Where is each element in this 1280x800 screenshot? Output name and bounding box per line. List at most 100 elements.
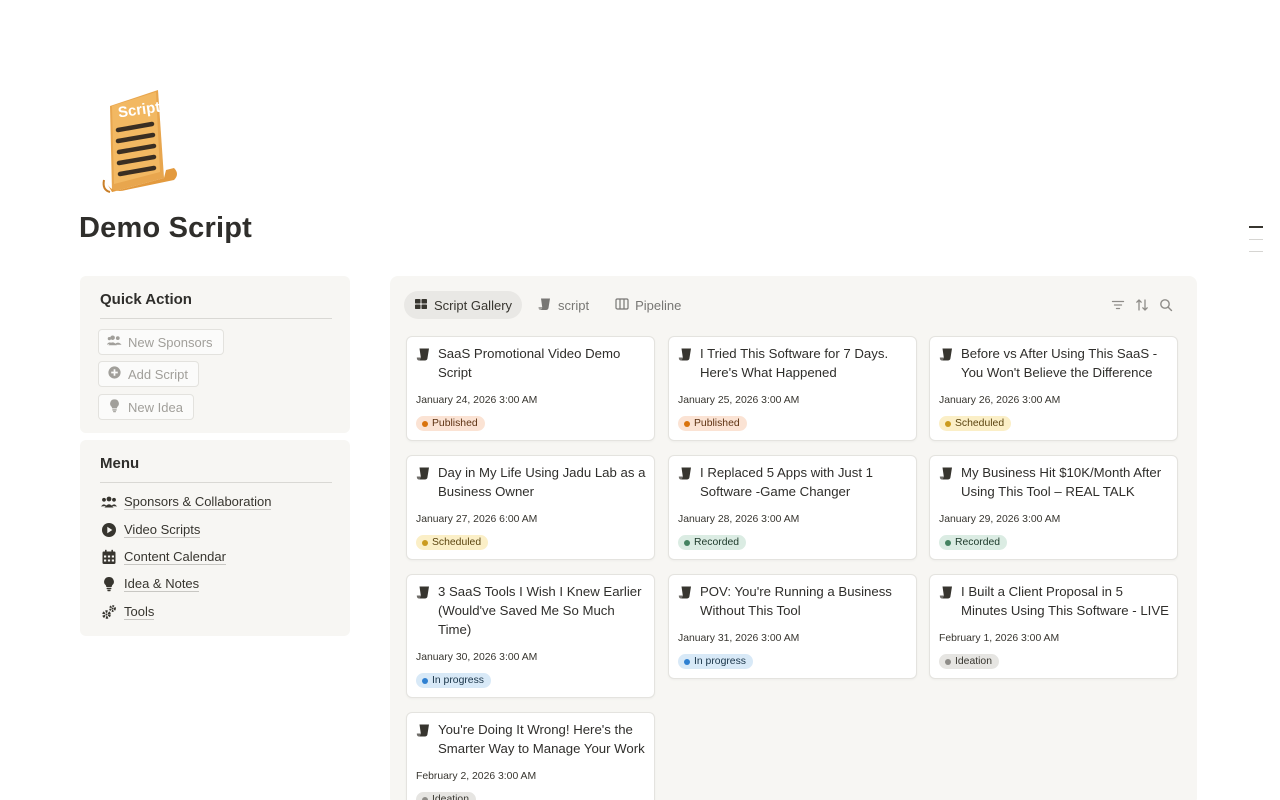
status-dot bbox=[422, 677, 428, 684]
menu-item-sponsors-collaboration[interactable]: Sponsors & Collaboration bbox=[101, 494, 272, 510]
add-script-label: Add Script bbox=[128, 366, 188, 382]
card-title: My Business Hit $10K/Month After Using T… bbox=[961, 465, 1162, 499]
status-label: Scheduled bbox=[432, 537, 482, 548]
tab-script-gallery[interactable]: Script Gallery bbox=[404, 291, 523, 319]
view-tabs: Script Gallery script Pipeline bbox=[404, 291, 691, 319]
gallery-card[interactable]: 3 SaaS Tools I Wish I Knew Earlier (Woul… bbox=[406, 574, 655, 698]
tab-pipeline[interactable]: Pipeline bbox=[605, 291, 691, 319]
scroll-icon bbox=[416, 585, 431, 600]
script-scroll-icon[interactable]: Script bbox=[96, 86, 186, 196]
new-idea-button[interactable]: New Idea bbox=[98, 394, 194, 420]
menu-item-label: Video Scripts bbox=[124, 522, 201, 538]
card-date: January 29, 2026 3:00 AM bbox=[939, 514, 1061, 525]
gallery-card[interactable]: My Business Hit $10K/Month After Using T… bbox=[929, 455, 1178, 560]
status-label: Published bbox=[694, 418, 740, 429]
script-gallery-database: Script Gallery script Pipeline SaaS Prom… bbox=[390, 276, 1197, 800]
status-dot bbox=[684, 420, 690, 427]
card-title: You're Doing It Wrong! Here's the Smarte… bbox=[438, 722, 645, 756]
scroll-icon bbox=[678, 466, 693, 481]
status-label: Recorded bbox=[955, 537, 1001, 548]
status-dot bbox=[945, 658, 951, 665]
card-date: January 31, 2026 3:00 AM bbox=[678, 633, 800, 644]
menu-item-tools[interactable]: Tools bbox=[101, 604, 155, 620]
status-dot bbox=[945, 420, 951, 427]
filter-icon[interactable] bbox=[1111, 298, 1125, 312]
board-columns-icon bbox=[615, 297, 629, 314]
card-title: SaaS Promotional Video Demo Script bbox=[438, 346, 621, 380]
page-title: Demo Script bbox=[79, 212, 253, 244]
search-icon[interactable] bbox=[1159, 298, 1173, 312]
card-date: January 24, 2026 3:00 AM bbox=[416, 395, 538, 406]
status-dot bbox=[945, 539, 951, 546]
status-badge: Recorded bbox=[678, 535, 747, 550]
new-idea-label: New Idea bbox=[128, 399, 183, 415]
new-sponsors-label: New Sponsors bbox=[128, 334, 213, 350]
scroll-icon bbox=[939, 585, 954, 600]
menu-item-label: Tools bbox=[124, 604, 155, 620]
status-badge: Published bbox=[416, 416, 485, 431]
scroll-icon bbox=[678, 585, 693, 600]
tab-label: script bbox=[558, 297, 590, 313]
people-icon bbox=[106, 333, 122, 351]
scroll-icon bbox=[678, 347, 693, 362]
card-date: January 28, 2026 3:00 AM bbox=[678, 514, 800, 525]
gallery-card[interactable]: I Built a Client Proposal in 5 Minutes U… bbox=[929, 574, 1178, 679]
card-date: February 1, 2026 3:00 AM bbox=[939, 633, 1060, 644]
scroll-icon bbox=[939, 466, 954, 481]
card-title: POV: You're Running a Business Without T… bbox=[700, 584, 892, 618]
status-dot bbox=[422, 420, 428, 427]
tab-script[interactable]: script bbox=[528, 291, 599, 319]
menu-item-label: Sponsors & Collaboration bbox=[124, 494, 272, 510]
menu-panel: Menu Sponsors & Collaboration Video Scri… bbox=[80, 440, 350, 636]
gallery-card[interactable]: I Replaced 5 Apps with Just 1 Software -… bbox=[668, 455, 917, 560]
status-label: Scheduled bbox=[955, 418, 1005, 429]
status-badge: Recorded bbox=[939, 535, 1008, 550]
tab-label: Script Gallery bbox=[434, 297, 513, 313]
card-title: Before vs After Using This SaaS - You Wo… bbox=[961, 346, 1158, 380]
gallery-card[interactable]: SaaS Promotional Video Demo Script Januar… bbox=[406, 336, 655, 441]
status-label: Published bbox=[432, 418, 478, 429]
card-date: January 25, 2026 3:00 AM bbox=[678, 395, 800, 406]
people-icon bbox=[101, 494, 117, 510]
scroll-icon bbox=[416, 466, 431, 481]
lightbulb-icon bbox=[107, 398, 122, 416]
card-title: Day in My Life Using Jadu Lab as a Busin… bbox=[438, 465, 646, 499]
divider bbox=[100, 482, 332, 483]
menu-heading: Menu bbox=[100, 455, 140, 472]
status-dot bbox=[422, 796, 428, 800]
new-sponsors-button[interactable]: New Sponsors bbox=[98, 329, 224, 355]
status-dot bbox=[684, 539, 690, 546]
calendar-icon bbox=[101, 549, 117, 565]
status-badge: In progress bbox=[678, 654, 753, 669]
scroll-icon bbox=[416, 723, 431, 738]
status-badge: Scheduled bbox=[416, 535, 489, 550]
menu-item-label: Content Calendar bbox=[124, 549, 226, 565]
card-title: 3 SaaS Tools I Wish I Knew Earlier (Woul… bbox=[438, 584, 642, 637]
status-label: In progress bbox=[432, 675, 484, 686]
scroll-icon bbox=[538, 297, 552, 314]
status-badge: Published bbox=[678, 416, 747, 431]
divider bbox=[100, 318, 332, 319]
table-of-contents-indicator[interactable] bbox=[1249, 226, 1263, 263]
status-label: Ideation bbox=[955, 656, 992, 667]
gallery-card[interactable]: You're Doing It Wrong! Here's the Smarte… bbox=[406, 712, 655, 800]
card-date: January 26, 2026 3:00 AM bbox=[939, 395, 1061, 406]
plus-circle-icon bbox=[107, 365, 122, 383]
scroll-icon bbox=[939, 347, 954, 362]
scroll-icon bbox=[416, 347, 431, 362]
card-date: January 30, 2026 3:00 AM bbox=[416, 652, 538, 663]
menu-item-idea-notes[interactable]: Idea & Notes bbox=[101, 576, 200, 592]
gallery-card[interactable]: Day in My Life Using Jadu Lab as a Busin… bbox=[406, 455, 655, 560]
gallery-card[interactable]: POV: You're Running a Business Without T… bbox=[668, 574, 917, 679]
sort-icon[interactable] bbox=[1135, 298, 1149, 312]
menu-item-label: Idea & Notes bbox=[124, 576, 200, 592]
play-circle-icon bbox=[101, 522, 117, 538]
gallery-card[interactable]: I Tried This Software for 7 Days. Here's… bbox=[668, 336, 917, 441]
gallery-card[interactable]: Before vs After Using This SaaS - You Wo… bbox=[929, 336, 1178, 441]
card-title: I Replaced 5 Apps with Just 1 Software -… bbox=[700, 465, 874, 499]
status-label: Recorded bbox=[694, 537, 740, 548]
menu-item-content-calendar[interactable]: Content Calendar bbox=[101, 549, 226, 565]
status-badge: Scheduled bbox=[939, 416, 1012, 431]
menu-item-video-scripts[interactable]: Video Scripts bbox=[101, 522, 201, 538]
add-script-button[interactable]: Add Script bbox=[98, 361, 199, 387]
